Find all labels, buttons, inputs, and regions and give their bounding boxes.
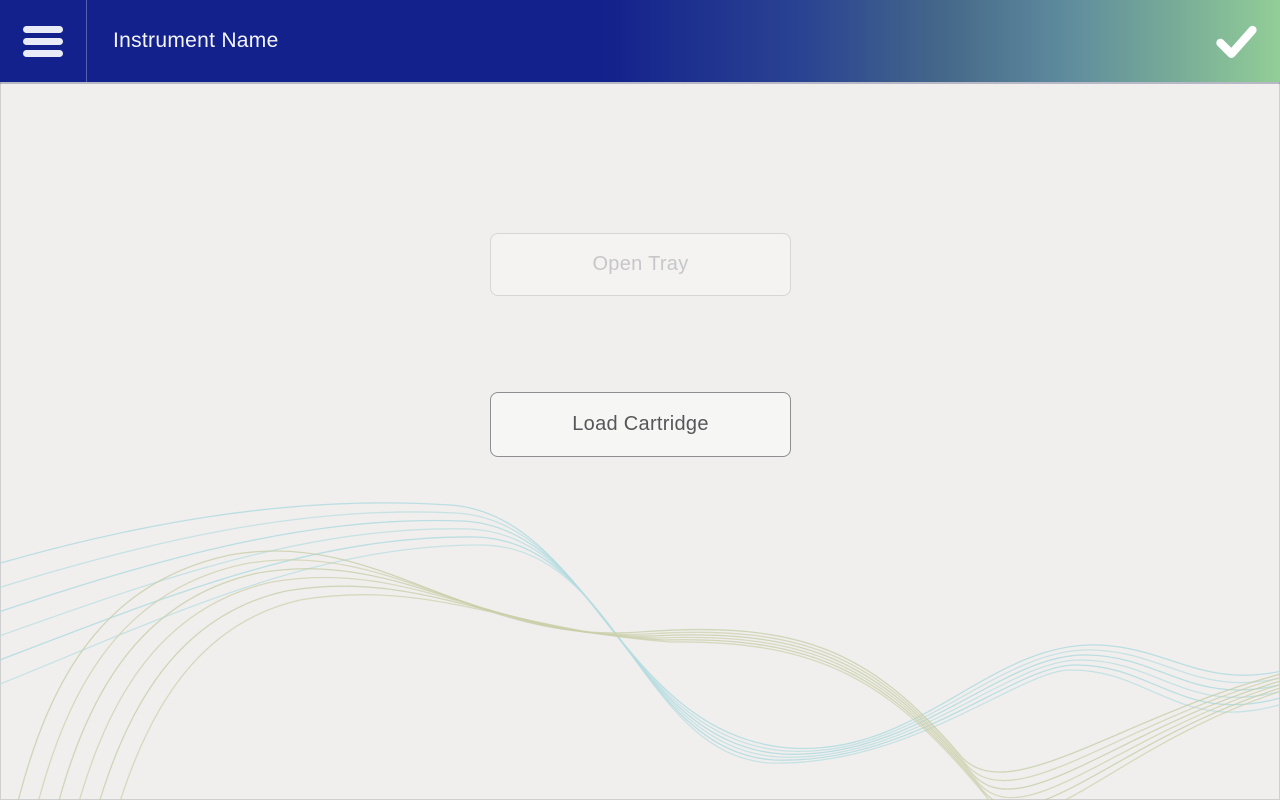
hamburger-menu-button[interactable] [0, 0, 87, 82]
checkmark-icon [1216, 25, 1257, 58]
load-cartridge-button[interactable]: Load Cartridge [490, 392, 791, 457]
instrument-home-screen: Instrument Name Open Tray Load Cartridge [0, 0, 1280, 800]
open-tray-button[interactable]: Open Tray [490, 233, 791, 296]
app-bar: Instrument Name [0, 0, 1280, 82]
app-bar-title: Instrument Name [113, 29, 279, 52]
hamburger-menu-icon [23, 25, 63, 33]
confirm-status-button[interactable] [1214, 0, 1258, 82]
